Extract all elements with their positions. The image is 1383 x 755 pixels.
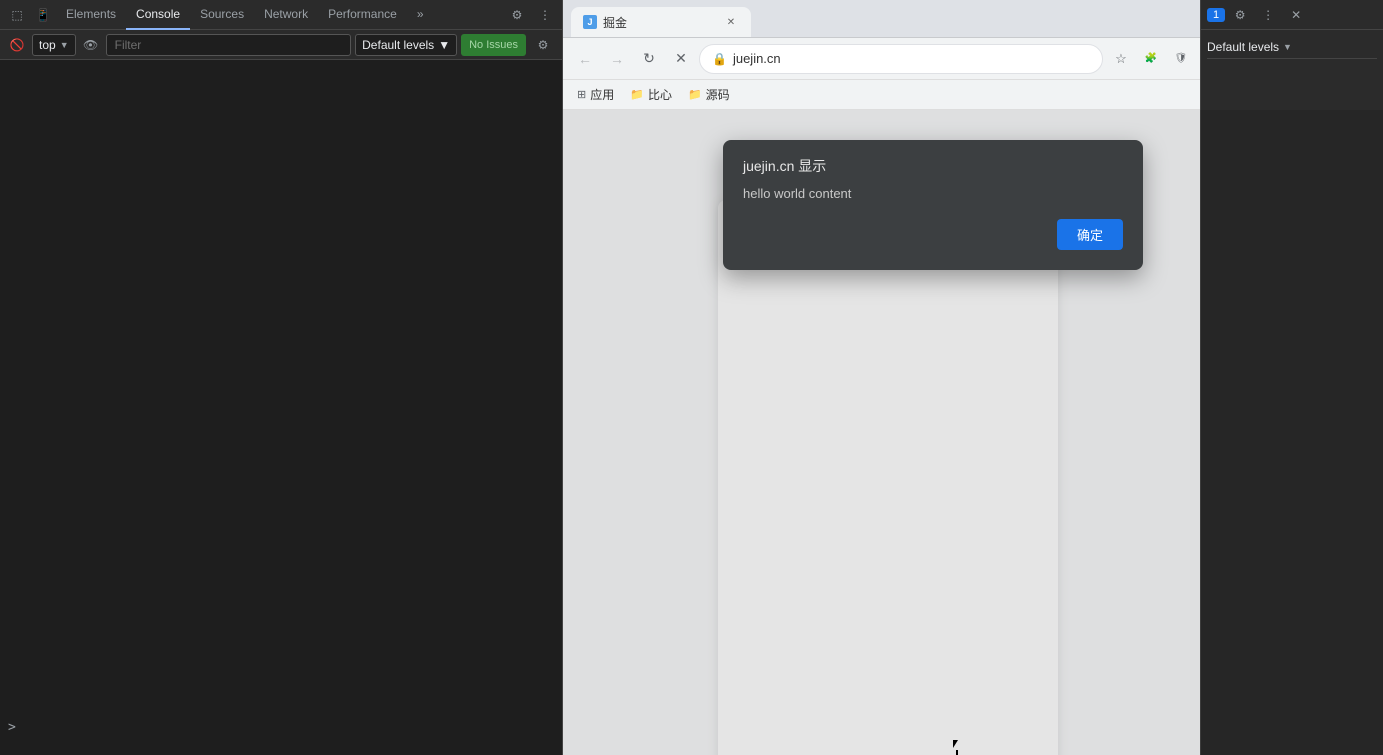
settings-icon[interactable]: ⚙ [504,2,530,28]
browser-window: J 掘金 ✕ ← → ↻ ✕ 🔒 juejin.cn ☆ 🧩 🛡 📑 ⬛ T 🧩… [563,0,1383,755]
bixin-folder-icon: 📁 [630,88,644,101]
omnibox[interactable]: 🔒 juejin.cn [699,44,1103,74]
log-level-chevron-icon: ▼ [438,38,450,52]
right-close-icon[interactable]: ✕ [1283,2,1309,28]
tab-title: 掘金 [603,14,627,31]
filter-input[interactable] [106,34,352,56]
context-selector[interactable]: top ▼ [32,34,76,56]
more-options-icon[interactable]: ⋮ [532,2,558,28]
device-icon[interactable]: 📱 [30,2,56,28]
right-settings-icon[interactable]: ⚙ [1227,2,1253,28]
alert-message: hello world content [743,186,1123,201]
alert-title: juejin.cn 显示 [743,156,1123,176]
tab-more[interactable]: » [407,0,434,30]
bookmark-button[interactable]: ☆ [1107,45,1135,73]
right-more-icon[interactable]: ⋮ [1255,2,1281,28]
back-button[interactable]: ← [571,45,599,73]
apps-folder-icon: ⊞ [577,88,586,101]
bookmark-source-label: 源码 [706,86,730,103]
tab-close-button[interactable]: ✕ [723,14,739,30]
log-level-right-chevron: ▼ [1283,42,1292,52]
lock-icon: 🔒 [712,52,727,66]
right-panel-content: Default levels ▼ [1201,30,1383,65]
console-toolbar: 🚫 top ▼ 👁 Default levels ▼ No Issues ⚙ [0,30,562,60]
devtools-tab-bar: ⬚ 📱 Elements Console Sources Network Per… [0,0,562,30]
devtools-right-icons: ⚙ ⋮ [504,2,558,28]
alert-dialog: juejin.cn 显示 hello world content 确定 [723,140,1143,270]
inspect-icon[interactable]: ⬚ [4,2,30,28]
tab-favicon: J [583,15,597,29]
log-level-right-label: Default levels [1207,40,1279,54]
context-label: top [39,38,56,52]
close-button[interactable]: ✕ [667,45,695,73]
alert-overlay: juejin.cn 显示 hello world content 确定 [563,110,1383,755]
forward-button[interactable]: → [603,45,631,73]
tab-sources[interactable]: Sources [190,0,254,30]
no-issues-badge[interactable]: No Issues [461,34,526,56]
tab-network[interactable]: Network [254,0,318,30]
url-text: juejin.cn [733,51,781,66]
tab-elements[interactable]: Elements [56,0,126,30]
bookmark-bixin[interactable]: 📁 比心 [624,84,678,105]
context-chevron-icon: ▼ [60,40,69,50]
console-content: > [0,60,562,755]
bookmark-apps[interactable]: ⊞ 应用 [571,84,620,105]
issues-count-badge: 1 [1207,8,1225,22]
right-panel-toolbar: 1 ⚙ ⋮ ✕ [1201,0,1383,30]
page-area: juejin.cn 显示 hello world content 确定 [563,110,1383,755]
eye-icon[interactable]: 👁 [80,34,102,56]
log-level-selector[interactable]: Default levels ▼ [355,34,457,56]
extensions-icon[interactable]: 🧩 [1137,45,1165,73]
active-tab[interactable]: J 掘金 ✕ [571,7,751,37]
adblock-icon[interactable]: 🛡 [1167,45,1195,73]
tab-console[interactable]: Console [126,0,190,30]
bookmark-source[interactable]: 📁 源码 [682,84,736,105]
bookmark-bixin-label: 比心 [648,86,672,103]
console-settings-icon[interactable]: ⚙ [530,32,556,58]
clear-console-button[interactable]: 🚫 [6,34,28,56]
console-prompt[interactable]: > [8,720,16,735]
log-level-label: Default levels [362,38,434,52]
source-folder-icon: 📁 [688,88,702,101]
bookmark-apps-label: 应用 [590,86,614,103]
reload-button[interactable]: ↻ [635,45,663,73]
issues-count: 1 [1213,9,1219,21]
devtools-panel: ⬚ 📱 Elements Console Sources Network Per… [0,0,563,755]
tab-performance[interactable]: Performance [318,0,407,30]
alert-ok-button[interactable]: 确定 [1057,219,1123,250]
alert-footer: 确定 [743,219,1123,250]
